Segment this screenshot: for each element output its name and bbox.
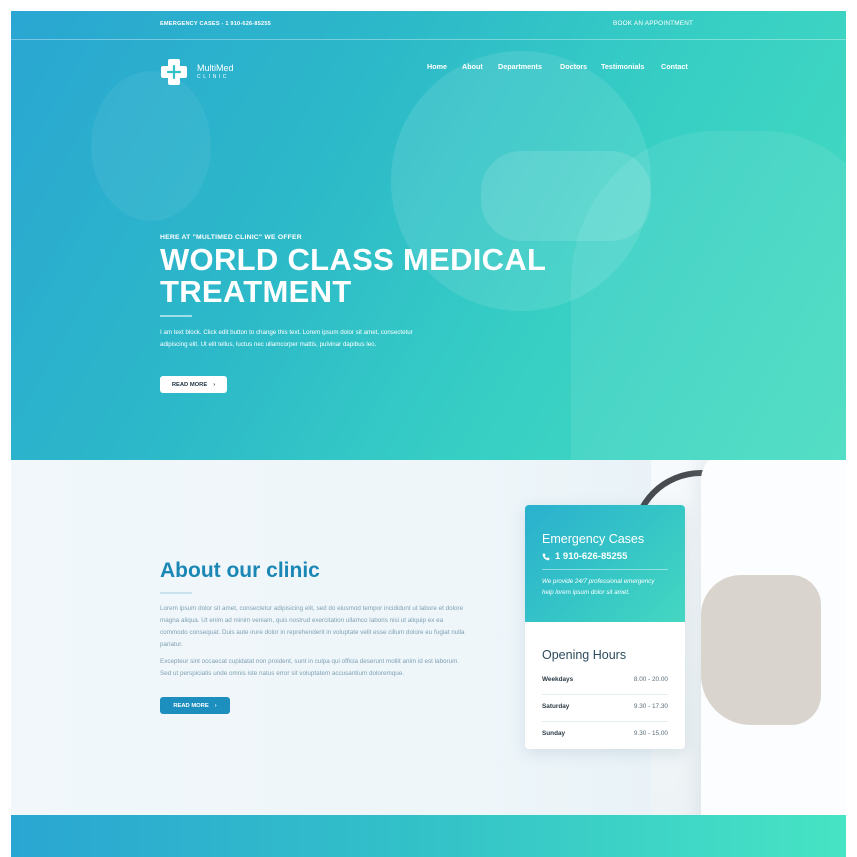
logo-subtitle: CLINIC xyxy=(197,74,229,80)
opening-hours-title: Opening Hours xyxy=(542,648,627,662)
hours-row: Sunday 9.30 - 15.00 xyxy=(542,721,668,748)
phone-icon xyxy=(542,553,550,560)
hero-text: I am text block. Click edit button to ch… xyxy=(160,329,413,348)
hours-day: Sunday xyxy=(542,730,566,737)
about-paragraph-1: Lorem ipsum dolor sit amet, consectetur … xyxy=(160,605,465,648)
phone-number: 1 910-626-85255 xyxy=(555,551,628,562)
hours-row: Saturday 9.30 - 17.30 xyxy=(542,694,668,722)
hero-bg-shape xyxy=(571,131,846,460)
about-title: About our clinic xyxy=(160,559,320,582)
hero-title: WORLD CLASS MEDICAL TREATMENT xyxy=(160,242,546,309)
hero-eyebrow: HERE AT "MULTIMED CLINIC" WE OFFER xyxy=(160,234,302,241)
emergency-divider xyxy=(542,569,668,570)
logo-name: MultiMed xyxy=(197,63,234,73)
emergency-hours-card: Emergency Cases 1 910-626-85255 We provi… xyxy=(525,505,685,749)
doctor-hand-image xyxy=(701,575,821,725)
hours-day: Weekdays xyxy=(542,676,574,683)
nav-home[interactable]: Home xyxy=(427,62,447,71)
hero-read-more-button[interactable]: READ MORE › xyxy=(160,376,227,393)
about-section: About our clinic Lorem ipsum dolor sit a… xyxy=(11,460,846,815)
logo[interactable]: MultiMed CLINIC xyxy=(160,58,280,86)
chevron-right-icon: › xyxy=(213,381,216,388)
page: EMERGENCY CASES - 1 910-626-85255 BOOK A… xyxy=(11,11,846,857)
medical-cross-icon xyxy=(161,59,187,85)
hours-time: 9.30 - 15.00 xyxy=(633,730,668,737)
hours-day: Saturday xyxy=(542,703,570,710)
about-read-more-button[interactable]: READ MORE › xyxy=(160,697,230,714)
nav-about[interactable]: About xyxy=(462,62,483,71)
button-label: READ MORE xyxy=(171,381,208,388)
book-appointment-link[interactable]: BOOK AN APPOINTMENT xyxy=(613,20,693,27)
hero-divider xyxy=(160,315,192,317)
hero-bg-shape xyxy=(91,71,211,221)
emergency-panel: Emergency Cases 1 910-626-85255 We provi… xyxy=(525,505,685,622)
nav-testimonials[interactable]: Testimonials xyxy=(601,62,644,71)
nav-departments[interactable]: Departments xyxy=(498,62,542,71)
bottom-section-strip xyxy=(11,815,846,857)
emergency-note: We provide 24/7 professional emergency h… xyxy=(542,578,655,596)
emergency-contact: EMERGENCY CASES - 1 910-626-85255 xyxy=(160,21,271,27)
hero-section: EMERGENCY CASES - 1 910-626-85255 BOOK A… xyxy=(11,11,846,460)
emergency-title: Emergency Cases xyxy=(542,532,645,546)
hours-time: 9.30 - 17.30 xyxy=(633,703,668,710)
emergency-phone[interactable]: 1 910-626-85255 xyxy=(542,551,627,562)
button-label: READ MORE xyxy=(173,702,209,709)
chevron-right-icon: › xyxy=(214,702,217,709)
hours-row: Weekdays 8.00 - 20.00 xyxy=(542,667,668,695)
hours-time: 8.00 - 20.00 xyxy=(633,676,668,683)
top-bar: EMERGENCY CASES - 1 910-626-85255 BOOK A… xyxy=(11,11,846,40)
about-divider xyxy=(160,592,192,594)
nav-contact[interactable]: Contact xyxy=(661,62,688,71)
about-paragraph-2: Excepteur sint occaecat cupidatat non pr… xyxy=(160,658,460,677)
nav-doctors[interactable]: Doctors xyxy=(560,62,587,71)
